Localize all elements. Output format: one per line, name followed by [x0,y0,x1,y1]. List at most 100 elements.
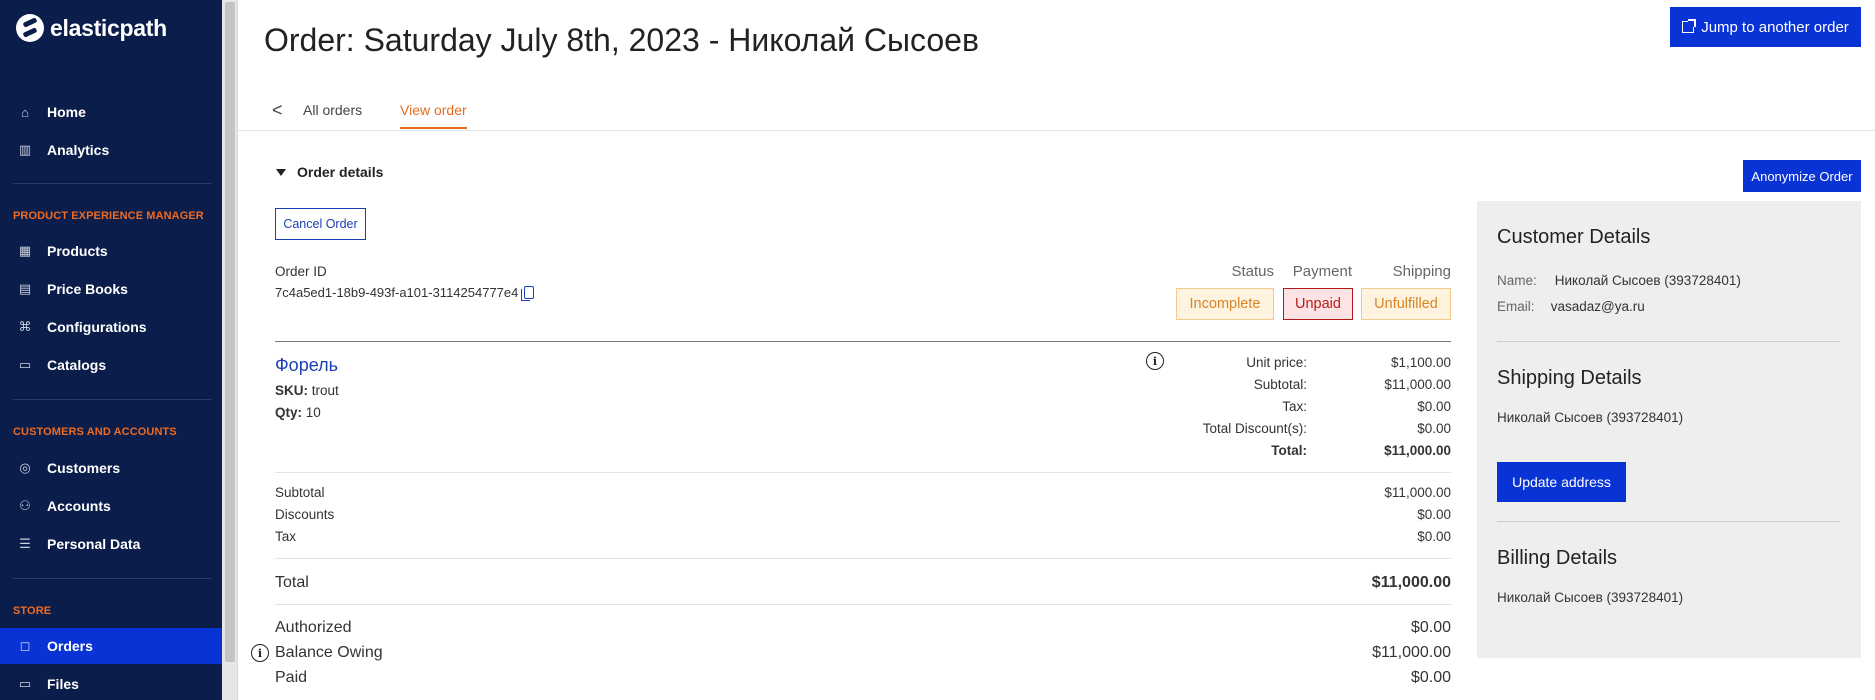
summary-subtotal-value: $11,000.00 [1384,485,1451,500]
order-id-label: Order ID [275,264,327,279]
payment-header: Payment [1292,263,1352,280]
balance-info-icon[interactable]: i [251,644,269,662]
back-chevron-icon[interactable]: < [272,100,283,121]
shipping-details-title: Shipping Details [1497,367,1642,389]
sidebar-item-personal-data[interactable]: ☰ Personal Data [0,526,222,562]
order-id: 7c4a5ed1-18b9-493f-a101-3114254777e4 [275,285,535,301]
shipping-address-value: Николай Сысоев (393728401) [1497,410,1684,425]
sidebar-item-catalogs[interactable]: ▭ Catalogs [0,347,222,383]
sidebar-item-accounts[interactable]: ⚇ Accounts [0,488,222,524]
sku-value: trout [311,383,339,398]
shipping-badge: Unfulfilled [1361,288,1451,320]
info-icon[interactable]: i [1146,352,1164,370]
jump-to-order-button[interactable]: Jump to another order [1670,7,1861,47]
sku-label: SKU: [275,383,308,398]
item-total-label: Total: [1271,443,1307,458]
qty-label: Qty: [275,405,302,420]
customer-name-label: Name: [1497,273,1537,288]
summary-tax-label: Tax [275,529,297,544]
copy-icon[interactable] [521,286,535,301]
authorized-label: Authorized [275,619,352,636]
product-link[interactable]: Форель [275,355,338,376]
customer-email-label: Email: [1497,299,1535,314]
tab-view-order[interactable]: View order [400,102,467,129]
anonymize-order-button[interactable]: Anonymize Order [1743,160,1861,192]
unit-price-value: $1,100.00 [1390,355,1451,370]
orders-icon: ◻ [19,638,31,653]
summary-divider [275,472,1451,473]
files-icon: ▭ [18,676,32,691]
tab-all-orders[interactable]: All orders [303,102,362,118]
sidebar-item-label: Orders [47,638,93,654]
billing-details-title: Billing Details [1497,547,1618,569]
cancel-order-button[interactable]: Cancel Order [275,208,366,240]
sidebar-item-home[interactable]: ⌂ Home [0,94,222,130]
jump-to-order-label: Jump to another order [1701,18,1849,36]
sidebar-item-configurations[interactable]: ⌘ Configurations [0,309,222,345]
sidebar-item-label: Personal Data [47,536,141,552]
balance-owing-value: $11,000.00 [1372,644,1451,661]
page-title: Order: Saturday July 8th, 2023 - Николай… [264,22,979,58]
sidebar-item-label: Home [47,104,86,120]
summary-tax-value: $0.00 [1417,529,1451,544]
configurations-icon: ⌘ [18,319,32,334]
product-sku: SKU: trout [275,383,339,398]
status-badge: Incomplete [1176,288,1274,320]
status-header: Status [1231,263,1274,280]
elasticpath-logo-icon [16,14,44,42]
personal-data-icon: ☰ [19,536,31,551]
tabs-divider [238,130,1875,131]
brand-logo[interactable]: elasticpath [16,14,167,42]
customer-email-value: vasadaz@ya.ru [1550,299,1645,314]
catalogs-icon: ▭ [18,357,32,372]
payment-badge: Unpaid [1283,288,1353,320]
item-discounts-value: $0.00 [1417,421,1451,436]
item-tax-label: Tax: [1282,399,1307,414]
sidebar-item-label: Customers [47,460,121,476]
price-books-icon: ▤ [18,281,32,296]
sidebar-item-label: Analytics [47,142,110,158]
total-label: Total [275,574,309,591]
external-link-icon [1682,19,1697,33]
sidebar-item-products[interactable]: ▦ Products [0,233,222,269]
balance-owing-label: Balance Owing [275,644,383,661]
analytics-icon: ▥ [18,142,32,157]
sidebar-item-files[interactable]: ▭ Files [0,666,222,700]
payments-divider [275,604,1451,605]
paid-value: $0.00 [1410,669,1451,686]
customer-name-value: Николай Сысоев (393728401) [1554,273,1741,288]
qty-value: 10 [305,405,321,420]
sidebar-item-price-books[interactable]: ▤ Price Books [0,271,222,307]
accounts-icon: ⚇ [19,498,31,513]
sidebar: elasticpath ⌂ Home ▥ Analytics PRODUCT E… [0,0,222,700]
caret-down-icon [276,168,286,176]
sidebar-item-label: Files [47,676,79,692]
billing-address-value: Николай Сысоев (393728401) [1497,590,1684,605]
paid-label: Paid [275,669,308,686]
sidebar-item-label: Price Books [47,281,128,297]
sidebar-item-orders[interactable]: ◻ Orders [0,628,222,664]
brand-name: elasticpath [50,14,167,41]
shipping-header: Shipping [1392,263,1451,280]
customer-details-title: Customer Details [1497,226,1651,248]
authorized-value: $0.00 [1410,619,1451,636]
order-id-value: 7c4a5ed1-18b9-493f-a101-3114254777e4 [275,285,519,300]
details-divider [1497,521,1840,522]
item-tax-value: $0.00 [1417,399,1451,414]
line-items-divider [275,341,1451,342]
item-subtotal-label: Subtotal: [1253,377,1307,392]
sidebar-section-store: STORE [13,605,52,617]
product-qty: Qty: 10 [275,405,321,420]
sidebar-item-customers[interactable]: ◎ Customers [0,450,222,486]
item-subtotal-value: $11,000.00 [1384,377,1451,392]
sidebar-scrollbar-thumb[interactable] [225,2,235,662]
sidebar-section-customers: CUSTOMERS AND ACCOUNTS [13,426,177,438]
home-icon: ⌂ [21,104,29,120]
products-icon: ▦ [18,243,32,258]
sidebar-divider [13,399,212,400]
sidebar-item-analytics[interactable]: ▥ Analytics [0,132,222,168]
order-details-toggle[interactable]: Order details [276,164,383,180]
summary-subtotal-label: Subtotal [275,485,325,500]
update-address-button[interactable]: Update address [1497,462,1626,502]
sidebar-item-label: Configurations [47,319,147,335]
